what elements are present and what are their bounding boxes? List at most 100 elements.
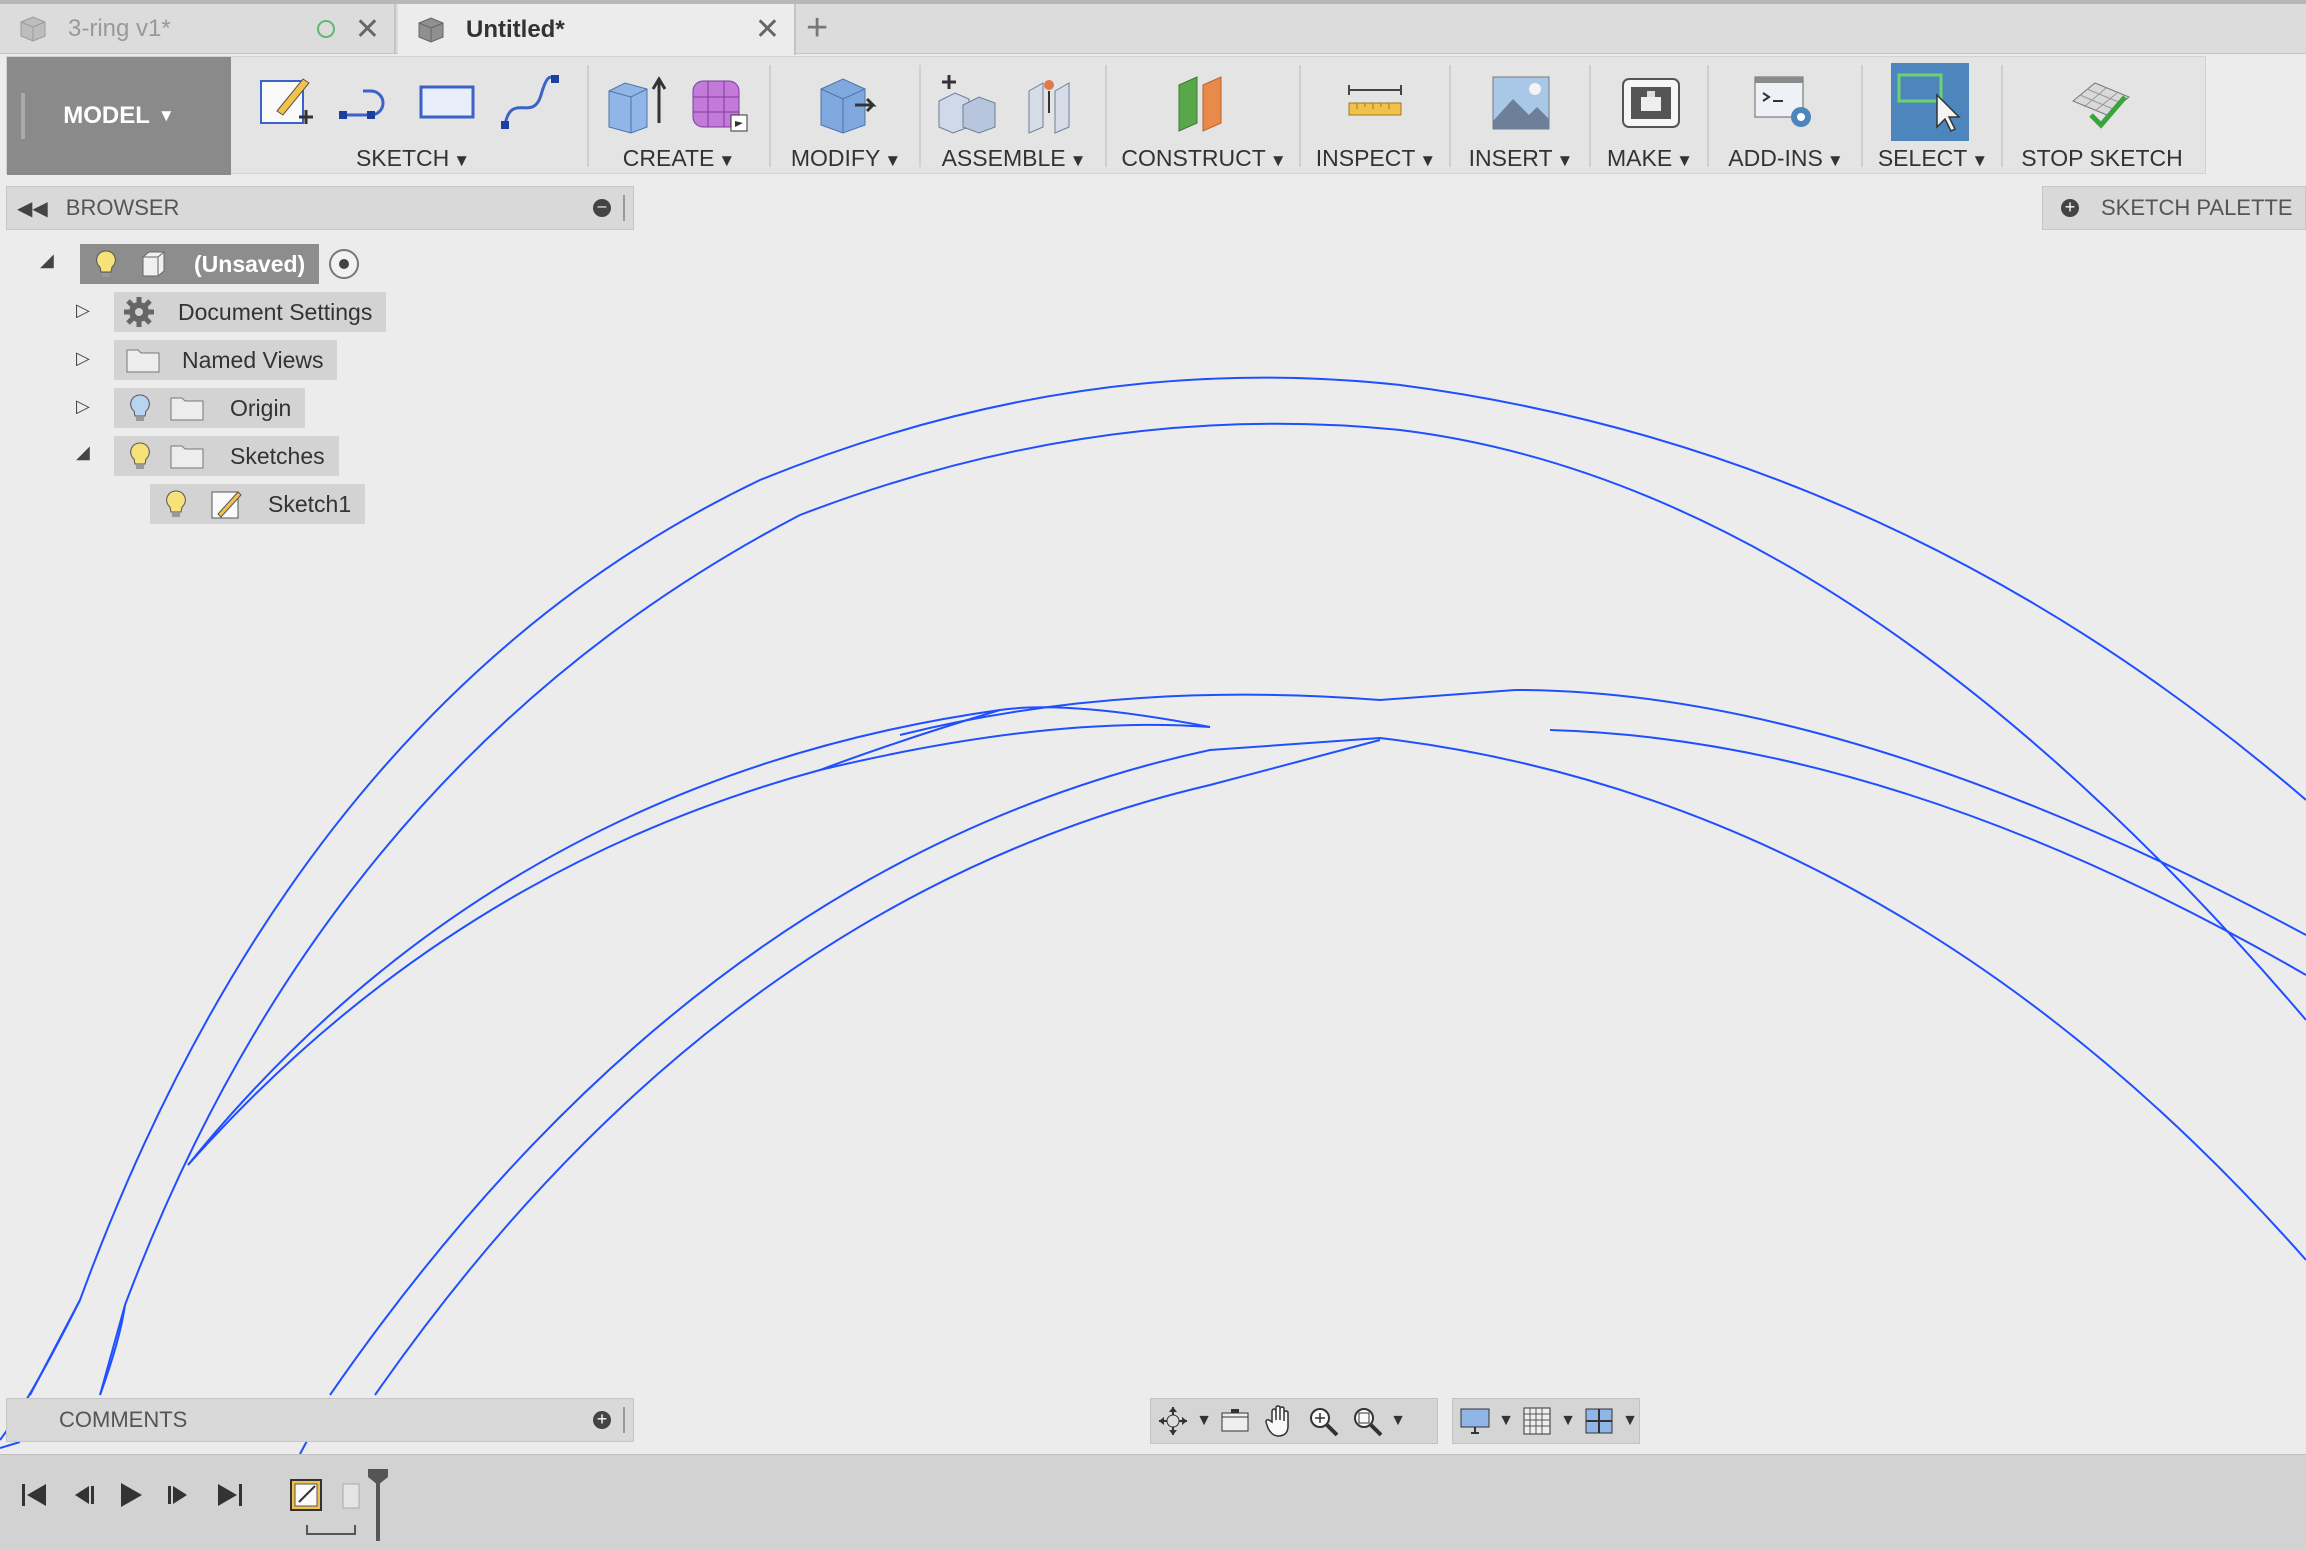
sketch-menu-button[interactable]: SKETCH ▼ (239, 145, 587, 172)
timeline-marker[interactable] (368, 1469, 388, 1541)
insert-image-icon[interactable] (1489, 71, 1553, 135)
look-at-icon[interactable] (1213, 1401, 1257, 1441)
component-icon (142, 251, 165, 277)
minimize-panel-icon[interactable]: – (593, 199, 611, 217)
spline-tool-icon[interactable] (497, 71, 561, 135)
chevron-down-icon[interactable]: ▼ (1389, 1412, 1407, 1430)
tree-item-sketches[interactable]: ◢ Sketches (76, 436, 339, 476)
collapsed-triangle-icon[interactable]: ▷ (76, 300, 90, 321)
orbit-icon[interactable] (1151, 1401, 1195, 1441)
extrude-icon[interactable] (603, 71, 667, 135)
folder-icon (170, 445, 204, 469)
make-menu-button[interactable]: MAKE ▼ (1593, 145, 1707, 172)
insert-group: INSERT ▼ (1453, 57, 1589, 175)
panel-grip[interactable] (623, 195, 627, 221)
press-pull-icon[interactable] (815, 71, 879, 135)
inspect-menu-button[interactable]: INSPECT ▼ (1303, 145, 1449, 172)
activate-component-radio[interactable] (329, 249, 360, 279)
stop-sketch-group[interactable]: STOP SKETCH (2005, 57, 2199, 175)
tree-node[interactable]: Named Views (114, 340, 338, 380)
sketch-palette-header[interactable]: + SKETCH PALETTE (2042, 186, 2306, 230)
chevron-down-icon[interactable]: ▼ (1559, 1412, 1577, 1430)
tree-item-document-settings[interactable]: ▷ Document Settings (76, 292, 387, 332)
group-label: CREATE (622, 145, 715, 171)
assemble-menu-button[interactable]: ASSEMBLE ▼ (923, 145, 1105, 172)
assemble-group: ASSEMBLE ▼ (923, 57, 1105, 175)
collapse-browser-icon[interactable]: ◀◀ (17, 196, 48, 221)
chevron-down-icon[interactable]: ▼ (1195, 1412, 1213, 1430)
joint-icon[interactable] (1019, 71, 1083, 135)
chevron-down-icon[interactable]: ▼ (1621, 1412, 1639, 1430)
go-to-end-icon[interactable] (210, 1475, 250, 1515)
browser-root-node[interactable]: ◢ (Unsaved) (40, 244, 360, 284)
step-back-icon[interactable] (62, 1475, 102, 1515)
panel-grip[interactable] (623, 1407, 627, 1433)
measure-icon[interactable] (1343, 71, 1407, 135)
form-icon[interactable] (687, 71, 751, 135)
tree-node[interactable]: Origin (114, 388, 306, 428)
tree-node[interactable]: Sketches (114, 436, 339, 476)
tree-node[interactable]: Document Settings (114, 292, 387, 332)
comments-panel-header[interactable]: COMMENTS + (6, 1398, 634, 1442)
lightbulb-icon[interactable] (124, 440, 156, 472)
close-tab-icon[interactable]: ✕ (355, 12, 380, 47)
display-settings-icon[interactable] (1453, 1401, 1497, 1441)
tree-item-origin[interactable]: ▷ Origin (76, 388, 306, 428)
tree-item-named-views[interactable]: ▷ Named Views (76, 340, 338, 380)
play-icon[interactable] (110, 1475, 150, 1515)
timeline-sketch-feature-icon[interactable] (286, 1475, 326, 1515)
lightbulb-off-icon[interactable] (124, 392, 156, 424)
line-tool-icon[interactable] (335, 71, 399, 135)
toolbar-divider (1707, 65, 1709, 167)
grid-snaps-icon[interactable] (1515, 1401, 1559, 1441)
toolbar-grip[interactable] (21, 93, 25, 139)
add-ins-menu-button[interactable]: ADD-INS ▼ (1711, 145, 1861, 172)
offset-plane-icon[interactable] (1171, 71, 1235, 135)
expanded-triangle-icon[interactable]: ◢ (76, 442, 90, 463)
sketch-group: SKETCH ▼ (239, 57, 587, 175)
rectangle-tool-icon[interactable] (415, 71, 479, 135)
document-tab[interactable]: 3-ring v1* ✕ (0, 4, 396, 54)
close-tab-icon[interactable]: ✕ (755, 12, 780, 47)
lightbulb-icon[interactable] (160, 488, 192, 520)
new-component-icon[interactable] (935, 71, 999, 135)
chevron-down-icon[interactable]: ▼ (1497, 1412, 1515, 1430)
pan-icon[interactable] (1257, 1401, 1301, 1441)
expanded-triangle-icon[interactable]: ◢ (40, 250, 54, 271)
tree-node[interactable]: Sketch1 (150, 484, 366, 524)
select-menu-button[interactable]: SELECT ▼ (1865, 145, 2001, 172)
toolbar-divider (2001, 65, 2003, 167)
step-forward-icon[interactable] (160, 1475, 200, 1515)
stop-sketch-button[interactable]: STOP SKETCH (2005, 145, 2199, 172)
tree-label: Document Settings (178, 298, 373, 325)
sketch-curve (819, 709, 1001, 771)
sketch-profile (0, 376, 2306, 1455)
insert-menu-button[interactable]: INSERT ▼ (1453, 145, 1589, 172)
chevron-down-icon: ▼ (157, 106, 175, 125)
add-comment-icon[interactable]: + (593, 1410, 611, 1429)
zoom-icon[interactable] (1301, 1401, 1345, 1441)
3d-print-icon[interactable] (1619, 71, 1683, 135)
modify-menu-button[interactable]: MODIFY ▼ (773, 145, 919, 172)
scripts-addins-icon[interactable] (1753, 71, 1817, 135)
group-label: STOP SKETCH (2021, 145, 2183, 171)
stop-sketch-icon[interactable] (2069, 71, 2133, 135)
construct-menu-button[interactable]: CONSTRUCT ▼ (1109, 145, 1299, 172)
create-sketch-icon[interactable] (255, 71, 319, 135)
viewports-icon[interactable] (1577, 1401, 1621, 1441)
folder-icon (126, 349, 160, 373)
new-tab-icon[interactable]: + (806, 8, 828, 48)
collapsed-triangle-icon[interactable]: ▷ (76, 348, 90, 369)
create-menu-button[interactable]: CREATE ▼ (591, 145, 767, 172)
collapsed-triangle-icon[interactable]: ▷ (76, 396, 90, 417)
fit-icon[interactable] (1345, 1401, 1389, 1441)
root-node-pill[interactable]: (Unsaved) (80, 244, 320, 284)
expand-palette-icon[interactable]: + (2061, 198, 2079, 217)
lightbulb-icon[interactable] (90, 248, 122, 280)
go-to-start-icon[interactable] (14, 1475, 54, 1515)
document-tab-active[interactable]: Untitled* ✕ (398, 4, 796, 55)
workspace-switcher-button[interactable]: MODEL ▼ (7, 57, 231, 175)
tree-item-sketch1[interactable]: Sketch1 (150, 484, 366, 524)
window-select-icon[interactable] (1897, 71, 1961, 135)
browser-title: BROWSER (65, 195, 180, 220)
